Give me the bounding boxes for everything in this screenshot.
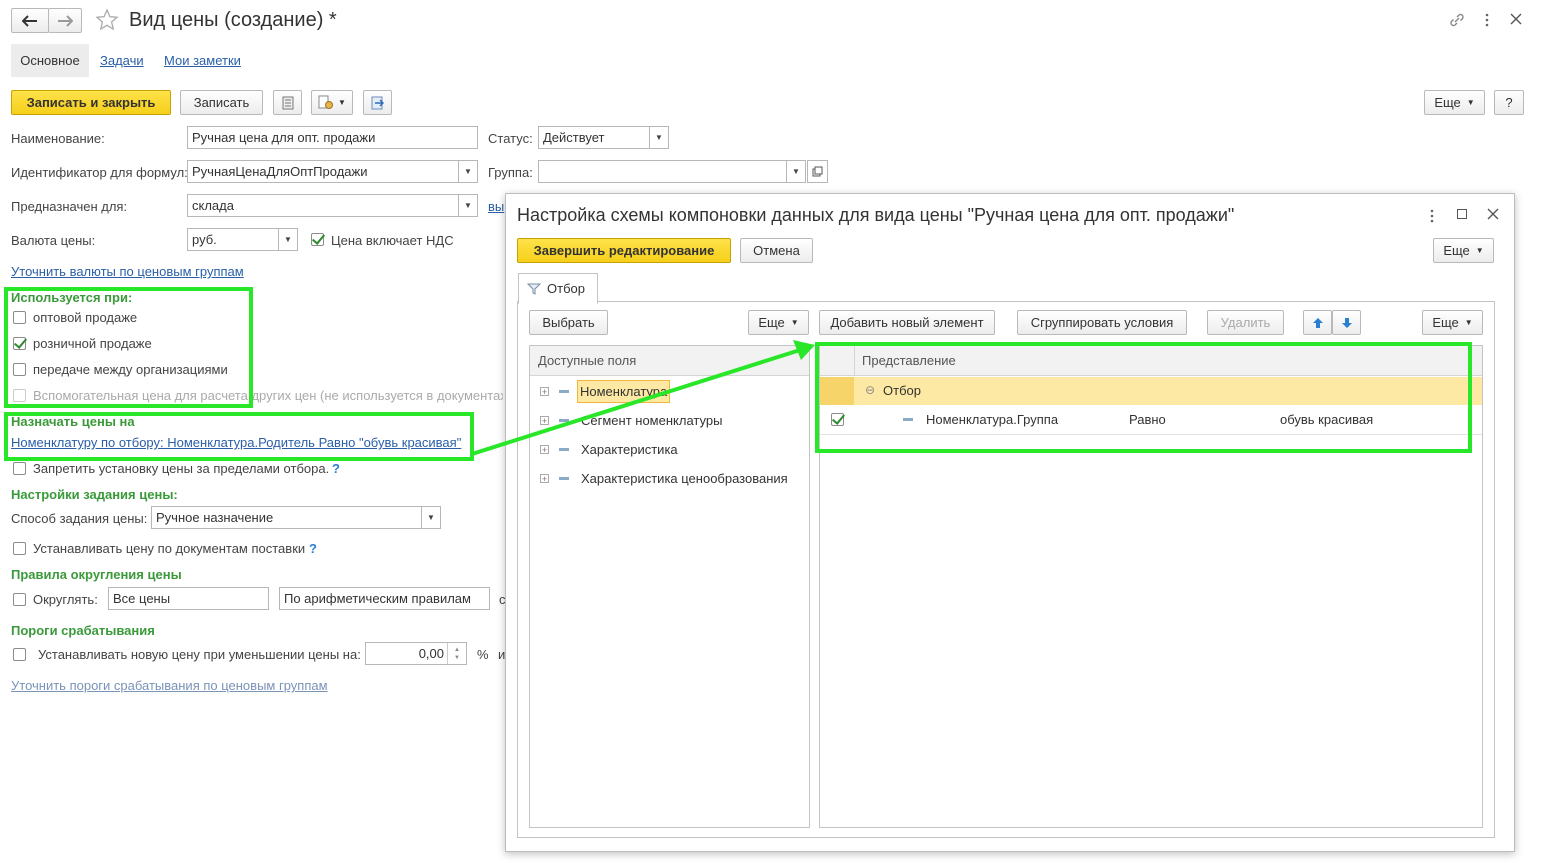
annotation-arrow — [471, 340, 815, 456]
tab-filter-label: Отбор — [547, 281, 585, 296]
tab-filter[interactable]: Отбор — [518, 273, 598, 304]
filter-icon — [527, 283, 541, 295]
